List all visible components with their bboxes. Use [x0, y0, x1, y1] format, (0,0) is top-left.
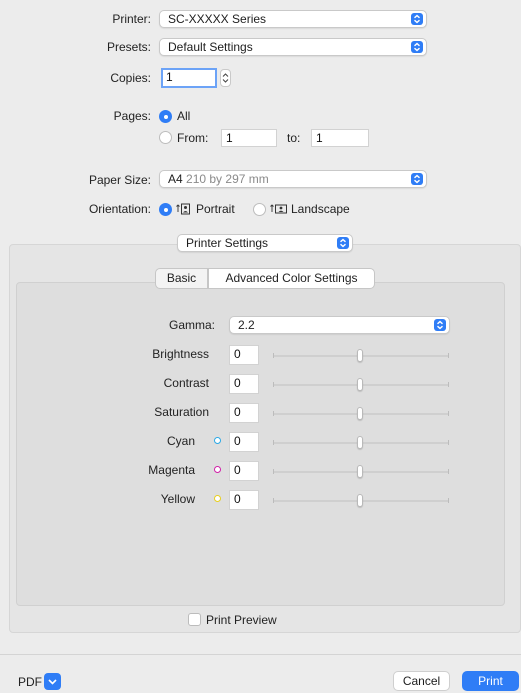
magenta-dot-icon: [214, 466, 221, 473]
printer-popup[interactable]: SC-XXXXX Series: [159, 10, 427, 28]
portrait-label: Portrait: [196, 202, 235, 216]
pages-label: Pages:: [113, 109, 151, 123]
slider-tick: [273, 469, 274, 474]
slider-tick: [448, 498, 449, 503]
adjustment-label: Brightness: [152, 347, 209, 361]
copies-field[interactable]: 1: [161, 68, 217, 88]
paper-size-name: A4: [168, 172, 183, 186]
portrait-orientation-icon: [176, 202, 192, 219]
pages-from-field[interactable]: 1: [221, 129, 277, 147]
orientation-label: Orientation:: [88, 202, 151, 216]
yellow-dot-icon: [214, 495, 221, 502]
slider-tick: [273, 440, 274, 445]
paper-size-label: Paper Size:: [88, 173, 151, 187]
stepper-arrows-icon: [222, 73, 229, 83]
chevron-updown-icon: [411, 173, 423, 185]
adjustment-slider-knob[interactable]: [357, 378, 363, 391]
print-preview-label: Print Preview: [206, 613, 277, 627]
pdf-menu-button[interactable]: [44, 673, 61, 690]
slider-tick: [448, 411, 449, 416]
pdf-label: PDF: [18, 675, 42, 689]
copies-stepper[interactable]: [220, 69, 231, 87]
adjustment-label: Contrast: [163, 376, 209, 390]
adjustment-slider-knob[interactable]: [357, 407, 363, 420]
pages-all-label: All: [177, 109, 191, 123]
tab-advanced-color-settings[interactable]: Advanced Color Settings: [208, 268, 375, 289]
adjustment-value-field[interactable]: 0: [229, 461, 259, 481]
copies-label: Copies:: [110, 71, 151, 85]
chevron-updown-icon: [411, 13, 423, 25]
adjustment-label: Saturation: [154, 405, 209, 419]
adjustment-slider-knob[interactable]: [357, 436, 363, 449]
printer-value: SC-XXXXX Series: [168, 12, 267, 26]
pages-from-radio[interactable]: [159, 131, 172, 144]
chevron-updown-icon: [411, 41, 423, 53]
portrait-radio[interactable]: [159, 203, 172, 216]
slider-tick: [273, 411, 274, 416]
footer-divider: [0, 654, 521, 655]
adjustment-slider-knob[interactable]: [357, 465, 363, 478]
presets-label: Presets:: [106, 40, 151, 54]
print-button[interactable]: Print: [462, 671, 519, 691]
tab-basic[interactable]: Basic: [155, 268, 208, 289]
cancel-button[interactable]: Cancel: [393, 671, 450, 691]
adjustment-value-field[interactable]: 0: [229, 490, 259, 510]
chevron-updown-icon: [434, 319, 446, 331]
chevron-down-icon: [48, 679, 57, 685]
pages-all-radio[interactable]: [159, 110, 172, 123]
cyan-dot-icon: [214, 437, 221, 444]
adjustment-value-field[interactable]: 0: [229, 403, 259, 423]
pages-to-field[interactable]: 1: [311, 129, 369, 147]
printer-label: Printer:: [112, 12, 151, 26]
paper-size-popup[interactable]: A4 210 by 297 mm: [159, 170, 427, 188]
gamma-label: Gamma:: [168, 318, 215, 332]
adjustment-slider-knob[interactable]: [357, 349, 363, 362]
adjustment-label: Cyan: [166, 434, 195, 448]
print-preview-checkbox[interactable]: [188, 613, 201, 626]
adjustment-value-field[interactable]: 0: [229, 432, 259, 452]
presets-popup[interactable]: Default Settings: [159, 38, 427, 56]
slider-tick: [273, 498, 274, 503]
section-popup[interactable]: Printer Settings: [177, 234, 353, 252]
chevron-updown-icon: [337, 237, 349, 249]
slider-tick: [448, 469, 449, 474]
landscape-label: Landscape: [291, 202, 350, 216]
section-popup-value: Printer Settings: [186, 236, 269, 250]
gamma-popup[interactable]: 2.2: [229, 316, 450, 334]
pages-from-label: From:: [177, 131, 209, 145]
slider-tick: [448, 382, 449, 387]
slider-tick: [273, 382, 274, 387]
adjustment-value-field[interactable]: 0: [229, 374, 259, 394]
adjustment-label: Magenta: [148, 463, 195, 477]
slider-tick: [448, 353, 449, 358]
gamma-value: 2.2: [238, 318, 255, 332]
adjustment-slider-knob[interactable]: [357, 494, 363, 507]
adjustment-label: Yellow: [160, 492, 195, 506]
slider-tick: [273, 353, 274, 358]
adjustment-value-field[interactable]: 0: [229, 345, 259, 365]
paper-size-dims: 210 by 297 mm: [186, 172, 269, 186]
presets-value: Default Settings: [168, 40, 253, 54]
landscape-radio[interactable]: [253, 203, 266, 216]
pages-to-label: to:: [287, 131, 301, 145]
slider-tick: [448, 440, 449, 445]
landscape-orientation-icon: [270, 202, 288, 219]
